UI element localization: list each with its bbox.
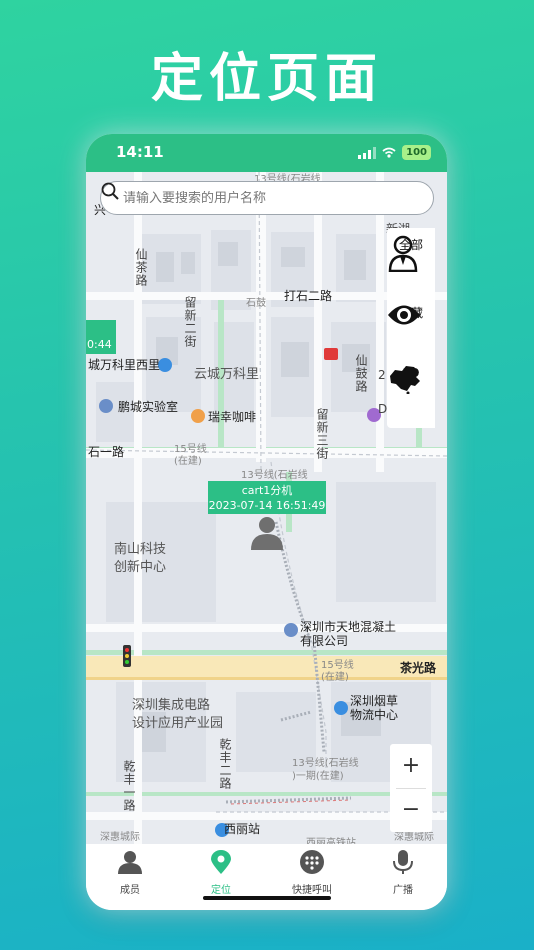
map-label-pengcheng-lab: 鹏城实验室 bbox=[118, 400, 179, 414]
map-label-liuxin2: 留新二街 bbox=[183, 296, 197, 348]
tab-members[interactable]: 成员 bbox=[95, 850, 165, 896]
cart-timestamp: 2023-07-14 16:51:49 bbox=[208, 499, 326, 512]
tab-broadcast-label: 广播 bbox=[393, 885, 413, 896]
person-icon bbox=[118, 851, 142, 874]
status-bar: 14:11 100 bbox=[86, 134, 447, 172]
page-headline: 定位页面 bbox=[150, 49, 383, 109]
map-label-qianfeng-1: 乾丰一路 bbox=[122, 760, 136, 812]
china-map-icon bbox=[390, 366, 420, 394]
search-icon bbox=[101, 182, 119, 200]
map-label-xiangu: 仙鼓路 bbox=[354, 354, 368, 393]
dial-pad-icon bbox=[300, 850, 324, 874]
search-input[interactable] bbox=[123, 190, 393, 206]
battery-indicator: 100 bbox=[402, 145, 431, 160]
map-view[interactable]: 13号线(石岩线 兴 新湖 仙茶路 留新二街 石鼓 打石二路 城万科里西里 云城… bbox=[86, 172, 447, 844]
tab-location[interactable]: 定位 bbox=[186, 850, 256, 896]
cart-name: cart1分机 bbox=[241, 484, 293, 497]
zoom-controls: + − bbox=[390, 744, 432, 832]
map-label-liuxin3: 留新三街 bbox=[315, 408, 329, 460]
zoom-out-button[interactable]: − bbox=[390, 788, 432, 832]
map-label-construction1: (在建) bbox=[174, 456, 202, 467]
tab-members-label: 成员 bbox=[120, 885, 140, 896]
map-label-yancao-1: 深圳烟草 bbox=[350, 694, 399, 708]
tab-broadcast[interactable]: 广播 bbox=[368, 850, 438, 896]
map-label-xiancha: 仙茶路 bbox=[134, 248, 148, 287]
bottom-tab-bar: 成员 定位 快捷呼叫 广播 bbox=[86, 844, 447, 910]
map-label-d: D bbox=[378, 402, 388, 416]
map-label-ruixing: 瑞幸咖啡 bbox=[208, 410, 257, 424]
phone-frame: 14:11 100 13号线(石岩线 兴 仙茶路 留新二街 石鼓 打石二路 城万… bbox=[86, 134, 447, 910]
microphone-icon bbox=[393, 850, 413, 874]
map-label-xili-hsr: 西丽高铁站 bbox=[306, 838, 356, 844]
signal-icon bbox=[358, 146, 377, 159]
map-label-qianfeng-2: 乾丰二路 bbox=[218, 738, 232, 790]
map-label-shi: 石鼓 bbox=[246, 298, 266, 309]
map-label-shenhui-1: 深惠城际 bbox=[100, 832, 140, 843]
eye-icon bbox=[388, 305, 420, 325]
cart-info-popup[interactable]: cart1分机 2023-07-14 16:51:49 bbox=[208, 481, 326, 514]
wifi-icon bbox=[382, 147, 396, 158]
map-label-tiandi-1: 深圳市天地混凝土 bbox=[300, 620, 397, 634]
map-label-metro13-bottom-2: )一期(在建) bbox=[292, 771, 344, 782]
status-icons: 100 bbox=[358, 145, 431, 160]
search-bar[interactable] bbox=[100, 181, 434, 215]
map-label-xili-station: 西丽站 bbox=[224, 822, 261, 836]
status-time: 14:11 bbox=[116, 143, 164, 161]
map-label-nanshan-2: 创新中心 bbox=[114, 560, 167, 575]
map-label-jicheng-1: 深圳集成电路 bbox=[132, 698, 211, 713]
map-label-yancao-2: 物流中心 bbox=[350, 708, 399, 722]
map-side-panel: 全部 隐藏 2D bbox=[387, 228, 435, 428]
location-pin-icon bbox=[211, 850, 231, 874]
map-label-yuncheng: 云城万科里 bbox=[194, 367, 260, 382]
map-label-wanke-west: 城万科里西里 bbox=[88, 358, 161, 372]
home-indicator bbox=[203, 896, 331, 900]
tab-location-label: 定位 bbox=[211, 885, 231, 896]
map-label-nanshan-1: 南山科技 bbox=[114, 542, 167, 557]
map-label-jicheng-2: 设计应用产业园 bbox=[132, 716, 224, 731]
tab-quick-call[interactable]: 快捷呼叫 bbox=[277, 850, 347, 896]
map-label-chaguang-road: 茶光路 bbox=[400, 661, 437, 675]
map-label-tiandi-2: 有限公司 bbox=[300, 634, 349, 648]
tab-quick-call-label: 快捷呼叫 bbox=[292, 885, 332, 896]
map-label-two: 2 bbox=[378, 368, 386, 382]
map-label-construction2: (在建) bbox=[321, 672, 349, 683]
map-label-dashi1: 石一路 bbox=[88, 445, 125, 459]
map-label-shenhui-2: 深惠城际 bbox=[394, 832, 434, 843]
user-outline-icon bbox=[388, 235, 418, 272]
map-label-dashi2: 打石二路 bbox=[284, 289, 333, 303]
show-all-button[interactable]: 全部 bbox=[387, 234, 435, 272]
hide-button[interactable]: 隐藏 bbox=[387, 302, 435, 325]
edge-location-tag[interactable]: 0:44 bbox=[86, 320, 116, 354]
zoom-in-button[interactable]: + bbox=[390, 744, 432, 788]
map-mode-button[interactable]: 2D bbox=[387, 364, 435, 394]
